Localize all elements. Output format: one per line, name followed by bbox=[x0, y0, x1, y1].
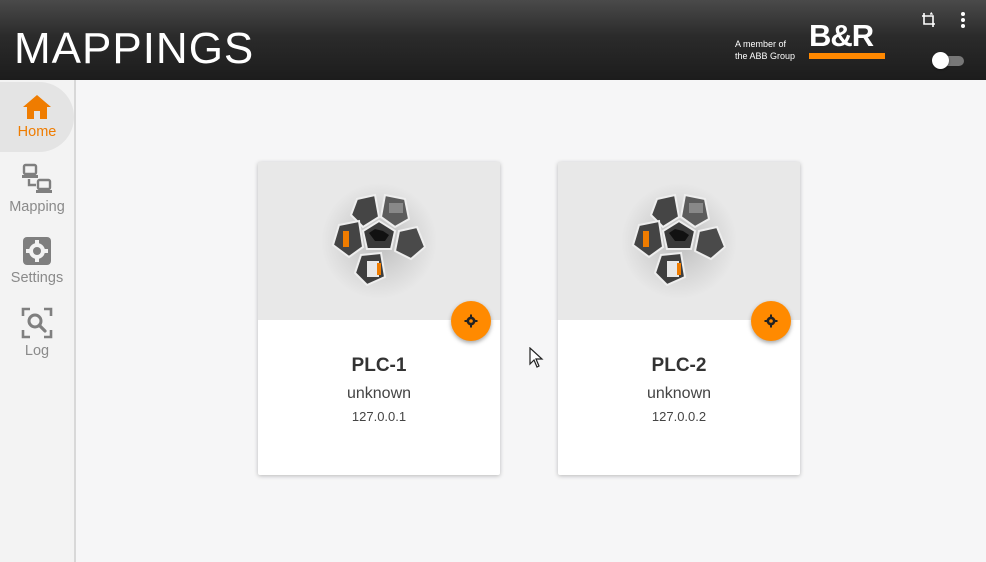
sidebar: Home Mapping Settings Log bbox=[0, 80, 76, 562]
plc-status: unknown bbox=[346, 385, 412, 402]
plc-settings-button[interactable] bbox=[451, 301, 491, 341]
network-icon bbox=[22, 163, 52, 193]
sidebar-item-log[interactable]: Log bbox=[0, 298, 74, 368]
plc-image-area bbox=[558, 162, 800, 320]
plc-hexagon-image bbox=[621, 183, 737, 299]
sidebar-item-label: Mapping bbox=[9, 199, 65, 215]
plc-ip-address: 127.0.0.1 bbox=[351, 409, 407, 424]
brand-tagline: A member of the ABB Group bbox=[735, 38, 795, 62]
plc-card-2[interactable]: PLC-2 unknown 127.0.0.2 bbox=[558, 162, 800, 475]
sidebar-item-label: Log bbox=[24, 343, 50, 359]
plc-card-1[interactable]: PLC-1 unknown 127.0.0.1 bbox=[258, 162, 500, 475]
sidebar-item-settings[interactable]: Settings bbox=[0, 226, 74, 296]
sidebar-item-mapping[interactable]: Mapping bbox=[0, 154, 74, 224]
sidebar-item-label: Settings bbox=[10, 270, 64, 286]
main-content: PLC-1 unknown 127.0.0.1 PLC-2 unknown 12… bbox=[76, 80, 986, 562]
plc-name: PLC-2 bbox=[651, 355, 707, 376]
plc-ip-address: 127.0.0.2 bbox=[651, 409, 707, 424]
brand-accent-bar bbox=[809, 53, 885, 59]
brand-tagline-line2: the ABB Group bbox=[735, 51, 796, 61]
brand-name: B&R bbox=[809, 18, 874, 53]
plc-status: unknown bbox=[646, 385, 712, 402]
toggle-thumb bbox=[932, 52, 949, 69]
search-icon bbox=[21, 307, 53, 339]
app-header: MAPPINGS A member of the ABB Group B&R bbox=[0, 0, 986, 80]
plc-settings-button[interactable] bbox=[751, 301, 791, 341]
plc-name: PLC-1 bbox=[351, 355, 407, 376]
page-title: MAPPINGS bbox=[14, 24, 255, 73]
plc-image-area bbox=[258, 162, 500, 320]
sidebar-item-home[interactable]: Home bbox=[0, 82, 74, 152]
home-icon bbox=[23, 95, 51, 119]
theme-toggle[interactable] bbox=[932, 52, 964, 69]
gear-icon bbox=[764, 314, 778, 328]
header-actions bbox=[920, 10, 972, 30]
brand-tagline-line1: A member of bbox=[735, 39, 787, 49]
app-window: MAPPINGS A member of the ABB Group B&R H… bbox=[0, 0, 986, 562]
plc-hexagon-image bbox=[321, 183, 437, 299]
gear-icon bbox=[23, 237, 51, 265]
more-vert-icon[interactable] bbox=[954, 10, 972, 30]
crop-rotate-icon[interactable] bbox=[920, 10, 938, 30]
brand-logo: B&R bbox=[809, 18, 885, 60]
mouse-cursor-icon bbox=[529, 347, 544, 368]
gear-icon bbox=[464, 314, 478, 328]
sidebar-item-label: Home bbox=[17, 124, 57, 140]
